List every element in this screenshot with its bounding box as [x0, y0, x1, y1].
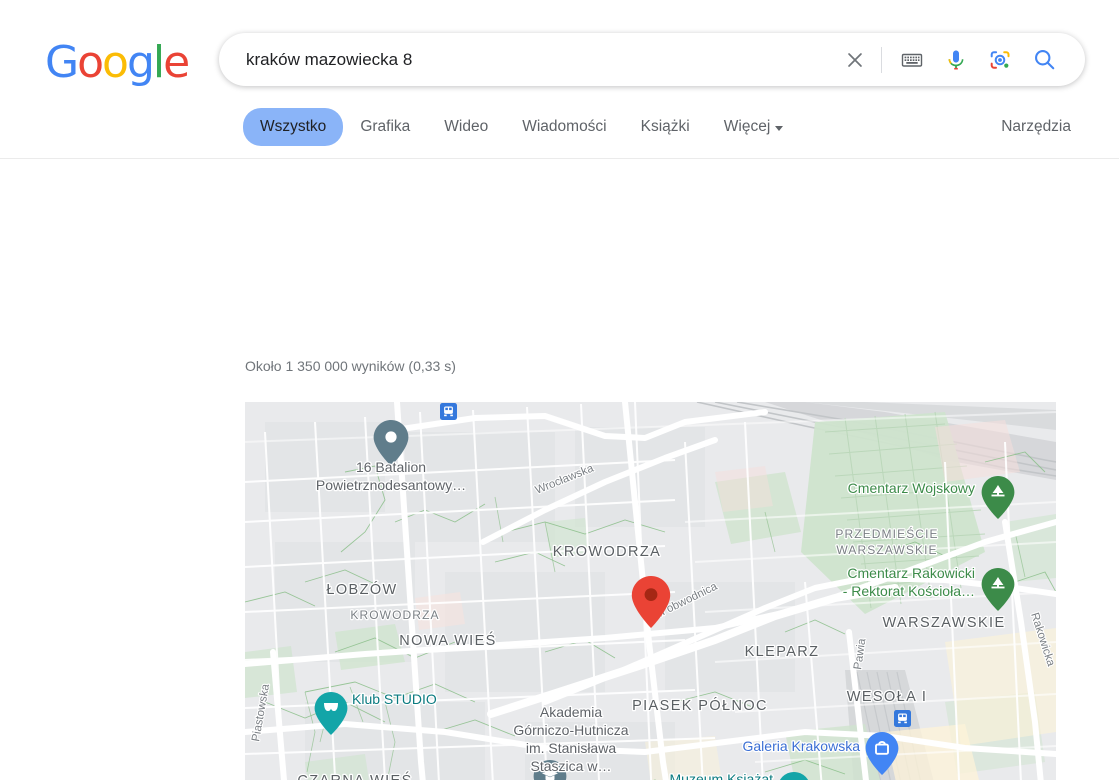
logo-letter-g1: G: [45, 37, 79, 88]
keyboard-icon[interactable]: [890, 38, 934, 82]
tab-label: Wszystko: [260, 118, 327, 135]
tab-label: Książki: [640, 118, 690, 135]
google-logo[interactable]: Google: [45, 37, 190, 88]
result-count: Około 1 350 000 wyników (0,33 s): [245, 358, 456, 374]
tab-label: Grafika: [360, 118, 411, 135]
logo-letter-o2: o: [102, 37, 129, 88]
map-result[interactable]: ŁOBZÓW KROWODRZA KROWODRZA NOWA WIEŚ CZA…: [245, 402, 1056, 780]
map-poi-label: Klub STUDIO: [352, 691, 437, 707]
map-district-label: WARSZAWSKIE: [882, 615, 1005, 631]
map-poi-label: - Rektorat Kościoła…: [843, 583, 975, 599]
tab-label: Wideo: [444, 118, 489, 135]
map-poi-label: Cmentarz Wojskowy: [848, 480, 975, 496]
logo-letter-g2: g: [126, 37, 155, 88]
tab-label: Więcej: [723, 118, 771, 135]
map-district-label: ŁOBZÓW: [326, 581, 397, 598]
search-divider: [881, 46, 882, 73]
map-poi-label: Galeria Krakowska: [743, 738, 861, 754]
map-poi-label: Muzeum Książąt: [670, 771, 774, 780]
map-poi-label: Staszica w…: [531, 758, 612, 774]
map-district-label: PRZEDMIEŚCIE: [835, 526, 938, 541]
map-district-label: NOWA WIEŚ: [399, 631, 496, 649]
map-district-label: WARSZAWSKIE: [836, 543, 937, 557]
map-district-label: KROWODRZA: [553, 544, 661, 560]
tab-ksiazki[interactable]: Książki: [624, 108, 707, 146]
search-icon[interactable]: [1022, 38, 1066, 82]
map-district-label: KLEPARZ: [745, 644, 820, 660]
tab-grafika[interactable]: Grafika: [343, 108, 427, 146]
map-district-label: WESOŁA I: [847, 689, 928, 705]
logo-letter-o1: o: [77, 37, 104, 88]
search-input[interactable]: [220, 34, 833, 85]
map-poi-label: Powietrznodesantowy…: [316, 477, 466, 493]
map-poi-label: Cmentarz Rakowicki: [847, 565, 975, 581]
map-poi-label: Górniczo-Hutnicza: [513, 722, 628, 738]
clear-icon[interactable]: [833, 38, 877, 82]
logo-letter-l: l: [152, 37, 165, 88]
search-bar[interactable]: [219, 33, 1085, 86]
map-poi-label: im. Stanisława: [526, 740, 616, 756]
tab-label: Wiadomości: [522, 118, 607, 135]
google-lens-icon[interactable]: [978, 38, 1022, 82]
nav-tabs: Wszystko Grafika Wideo Wiadomości Książk…: [243, 108, 800, 146]
map-poi-label: 16 Batalion: [356, 459, 426, 475]
chevron-down-icon: [775, 125, 784, 131]
tab-wszystko[interactable]: Wszystko: [243, 108, 344, 146]
map-district-label: PIASEK PÓŁNOC: [632, 697, 768, 714]
search-header: Google kraków mazowiecka 8 Wszystko Graf…: [0, 0, 1119, 159]
tools-button[interactable]: Narzędzia: [995, 117, 1077, 137]
tab-wideo[interactable]: Wideo: [427, 108, 505, 146]
tab-wiecej[interactable]: Więcej: [707, 108, 801, 146]
train-station-icon: [440, 403, 457, 420]
map-poi-label: Akademia: [540, 704, 602, 720]
search-nav: Wszystko Grafika Wideo Wiadomości Książk…: [0, 108, 1119, 158]
logo-letter-e: e: [163, 37, 190, 88]
map-district-label: KROWODRZA: [350, 608, 439, 622]
train-station-icon: [894, 710, 911, 727]
tab-wiadomosci[interactable]: Wiadomości: [505, 108, 623, 146]
microphone-icon[interactable]: [934, 38, 978, 82]
search-bar-icons: [833, 38, 1084, 82]
map-district-label: CZARNA WIEŚ: [297, 771, 412, 780]
